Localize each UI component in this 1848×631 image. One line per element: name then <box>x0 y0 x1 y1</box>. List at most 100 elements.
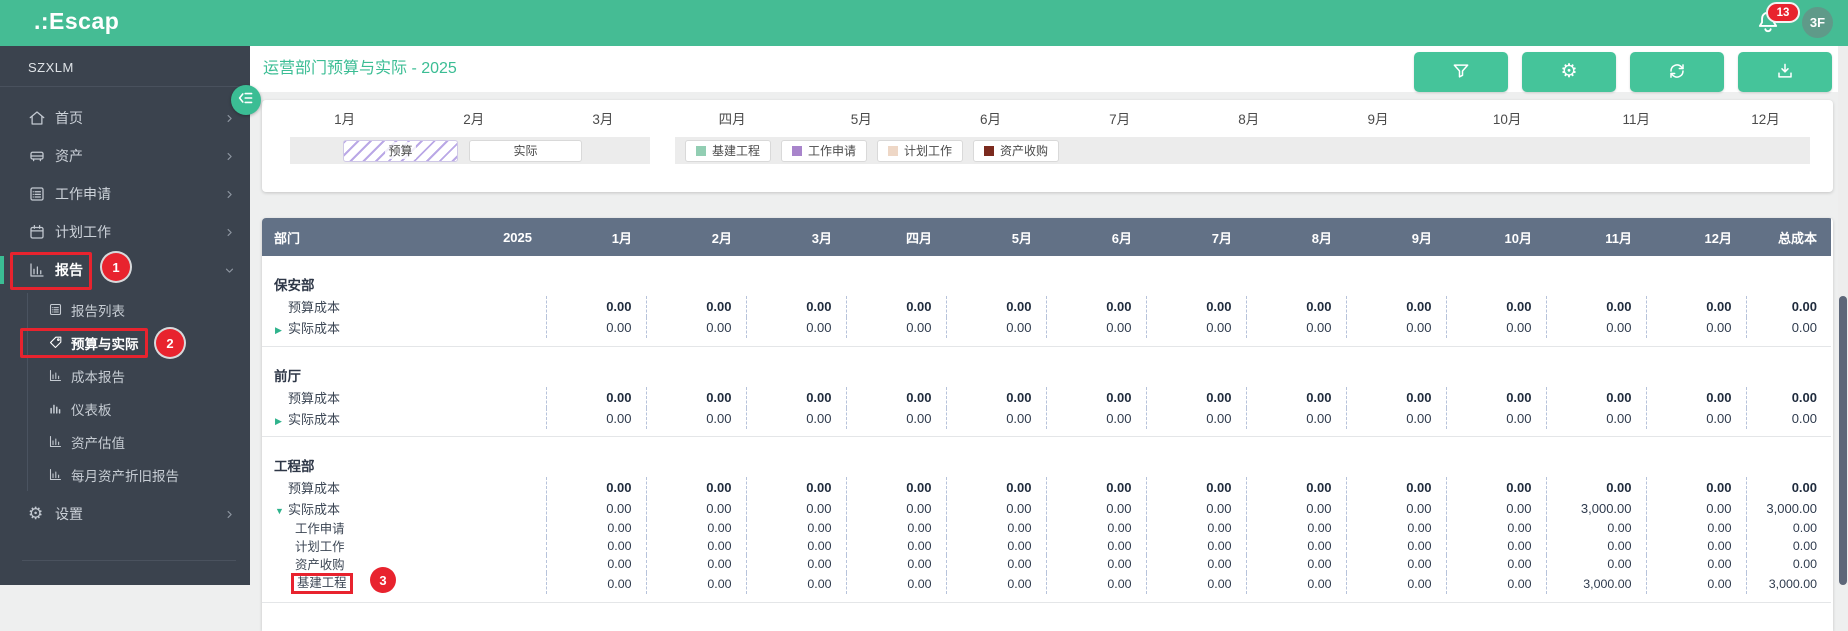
legend-color-swatch <box>888 145 899 156</box>
month-value-cell: 0.00 <box>945 537 1046 555</box>
topbar: .:Escap 13 3F <box>0 0 1848 46</box>
filter-button[interactable] <box>1414 52 1508 92</box>
month-value-cell: 0.00 <box>1645 519 1746 537</box>
month-value-cell: 0.00 <box>1245 555 1346 573</box>
month-label: 8月 <box>1238 112 1260 127</box>
group-divider-line <box>262 428 1831 437</box>
month-value-cell: 0.00 <box>945 407 1046 429</box>
legend-chip-3[interactable]: 计划工作 <box>877 139 964 162</box>
column-header: 2025 <box>432 218 546 256</box>
category-label: 基建工程 <box>297 576 347 590</box>
month-value-cell: 0.00 <box>1345 477 1446 498</box>
sidebar-item-work-request[interactable]: 工作申请 <box>0 175 250 213</box>
legend-label: 工作申请 <box>808 144 857 158</box>
month-value-cell: 0.00 <box>545 386 646 408</box>
month-value-cell: 0.00 <box>1645 537 1746 555</box>
legend-chip-budget[interactable]: 预算 <box>343 139 458 162</box>
month-value-cell: 0.00 <box>1445 498 1546 519</box>
month-value-cell: 0.00 <box>1045 296 1146 317</box>
actual-cost-row: ▶ 实际成本 0.00 0.00 0.00 0.00 0.00 0.00 0.00 0.00 0.0… <box>262 317 1831 338</box>
scrollbar-thumb[interactable] <box>1839 296 1847 585</box>
month-value-cell: 0.00 <box>645 573 746 594</box>
month-value-cell: 0.00 <box>745 555 846 573</box>
month-value-cell: 0.00 <box>1245 296 1346 317</box>
month-value-cell: 0.00 <box>1645 317 1746 338</box>
collapse-toggle-icon[interactable]: ▼ <box>275 506 288 516</box>
notification-count-badge: 13 <box>1766 2 1800 23</box>
month-value-cell: 0.00 <box>1145 498 1246 519</box>
month-value-cell: 0.00 <box>1545 477 1646 498</box>
legend-chip-2[interactable]: 工作申请 <box>781 139 868 162</box>
column-header: 10月 <box>1446 218 1546 256</box>
budget-actual-table: 部门 2025 1月 2月 3月 四月 5月 6月 7月 8月 9月 10月 11月 12月 总成本 保安部… <box>262 218 1831 603</box>
submenu-item-budget-vs-actual[interactable]: 预算与实际 <box>28 326 250 359</box>
group-divider <box>262 594 1831 603</box>
month-value-cell: 0.00 <box>1645 386 1746 408</box>
sidebar-item-settings[interactable]: ⚙ 设置 <box>0 495 250 533</box>
month-value-cell: 0.00 <box>845 537 946 555</box>
sidebar-item-home[interactable]: 首页 <box>0 99 250 137</box>
month-value-cell: 0.00 <box>845 573 946 594</box>
actual-cost-cell: ▶ 实际成本 <box>262 317 546 338</box>
month-value-cell: 0.00 <box>1645 407 1746 429</box>
month-value-cell: 0.00 <box>545 519 646 537</box>
month-value-cell: 0.00 <box>1145 573 1246 594</box>
submenu-item-dashboard[interactable]: 仪表板 <box>28 392 250 425</box>
submenu-item-label: 预算与实际 <box>71 336 139 352</box>
app-logo[interactable]: .:Escap <box>34 8 119 35</box>
submenu-item-report-list[interactable]: 报告列表 <box>28 293 250 326</box>
column-header: 6月 <box>1046 218 1146 256</box>
month-value-cell: 3,000.00 <box>1545 573 1646 594</box>
submenu-item-monthly-depreciation[interactable]: 每月资产折旧报告 <box>28 458 250 491</box>
month-value-cell: 0.00 <box>745 407 846 429</box>
month-label: 四月 <box>718 112 746 127</box>
month-value-cell: 0.00 <box>845 498 946 519</box>
month-value-cell: 0.00 <box>1245 477 1346 498</box>
sidebar-item-label: 资产 <box>55 148 83 164</box>
month-value-cell: 0.00 <box>645 407 746 429</box>
month-value-cell: 0.00 <box>1245 573 1346 594</box>
legend-label: 基建工程 <box>712 144 761 158</box>
month-value-cell: 0.00 <box>645 477 746 498</box>
annotation-badge-step2: 2 <box>156 329 184 357</box>
budget-actual-legend-band: 预算 实际 <box>290 137 650 164</box>
sidebar-item-label: 首页 <box>55 110 83 126</box>
category-label: 资产收购 <box>295 558 345 572</box>
total-value-cell: 0.00 <box>1745 519 1831 537</box>
month-value-cell: 0.00 <box>1145 317 1246 338</box>
month-value-cell: 0.00 <box>845 407 946 429</box>
month-value-cell: 0.00 <box>1345 317 1446 338</box>
submenu-item-cost-report[interactable]: 成本报告 <box>28 359 250 392</box>
sidebar-item-planned-work[interactable]: 计划工作 <box>0 213 250 251</box>
department-name: 前厅 <box>274 368 301 384</box>
budget-cost-row: 预算成本 0.00 0.00 0.00 0.00 0.00 0.00 0.00 0.00 0.00… <box>262 477 1831 498</box>
expand-toggle-icon[interactable]: ▶ <box>275 416 288 427</box>
month-value-cell: 0.00 <box>1045 537 1146 555</box>
actual-cost-cell: ▶ 实际成本 <box>262 408 546 429</box>
download-button[interactable] <box>1738 52 1832 92</box>
month-label: 7月 <box>1109 112 1131 127</box>
sidebar-item-label: 设置 <box>55 506 83 522</box>
total-value-cell: 0.00 <box>1745 317 1831 338</box>
toolbar: ⚙ <box>1414 52 1832 92</box>
settings-button[interactable]: ⚙ <box>1522 52 1616 92</box>
month-value-cell: 0.00 <box>1445 317 1546 338</box>
collapse-menu-icon <box>238 90 254 111</box>
legend-chip-actual[interactable]: 实际 <box>469 139 582 162</box>
refresh-button[interactable] <box>1630 52 1724 92</box>
month-value-cell: 0.00 <box>1145 386 1246 408</box>
month-value-cell: 0.00 <box>1445 477 1546 498</box>
sidebar-collapse-button[interactable] <box>231 85 261 115</box>
sidebar-item-assets[interactable]: 资产 <box>0 137 250 175</box>
expand-toggle-icon[interactable]: ▶ <box>275 325 288 336</box>
legend-chip-1[interactable]: 基建工程 <box>685 139 772 162</box>
submenu-item-asset-valuation[interactable]: 资产估值 <box>28 425 250 458</box>
annotation-badge-step3: 3 <box>370 567 396 593</box>
user-avatar[interactable]: 3F <box>1802 7 1833 38</box>
legend-chip-4[interactable]: 资产收购 <box>973 139 1060 162</box>
category-row: 计划工作 0.00 0.00 0.00 0.00 0.00 0.00 0.00 0.00 0.00… <box>262 537 1831 555</box>
month-value-cell: 0.00 <box>1145 407 1246 429</box>
column-header: 5月 <box>946 218 1046 256</box>
column-header: 1月 <box>546 218 646 256</box>
notifications-button[interactable]: 13 <box>1754 2 1800 40</box>
